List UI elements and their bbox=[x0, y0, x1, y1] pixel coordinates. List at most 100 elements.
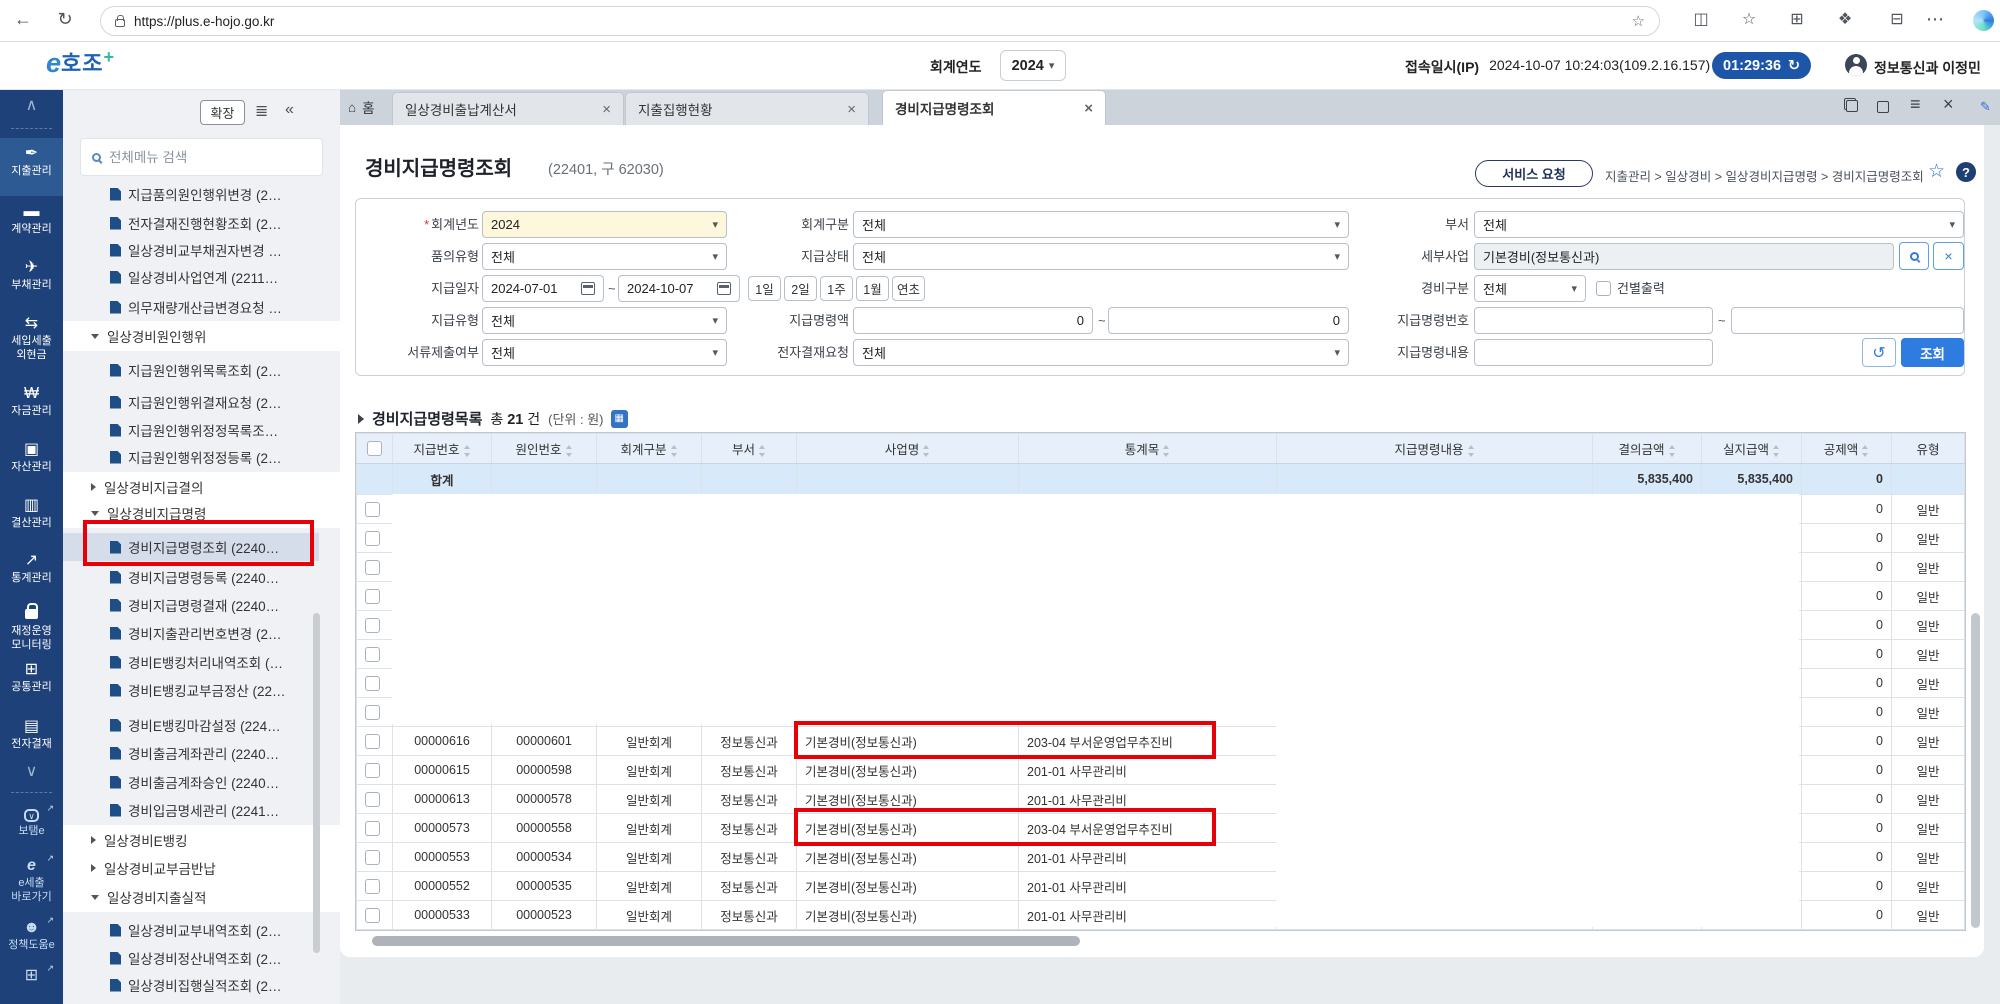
duplicate-window-icon[interactable] bbox=[1844, 98, 1858, 117]
sort-icon[interactable] bbox=[1773, 444, 1780, 457]
bookmark-star-icon[interactable]: ☆ bbox=[1632, 12, 1645, 30]
tree-item[interactable]: 지급원인행위정정목록조… bbox=[63, 416, 319, 444]
reset-button[interactable]: ↺ bbox=[1862, 338, 1896, 367]
timer-refresh-icon[interactable]: ↻ bbox=[1788, 58, 1800, 74]
sort-icon[interactable] bbox=[1668, 444, 1676, 457]
tab-close-icon[interactable]: × bbox=[847, 101, 856, 118]
tree-item[interactable]: 지급원인행위목록조회 (2… bbox=[63, 356, 319, 384]
row-checkbox[interactable] bbox=[365, 617, 380, 633]
rail-item-monitoring[interactable]: 재정운영 모니터링 bbox=[0, 601, 63, 652]
tab-home[interactable]: ⌂ 홈 bbox=[348, 97, 375, 117]
pay-date-from[interactable]: 2024-07-01 bbox=[482, 275, 604, 302]
menu-search-input[interactable] bbox=[109, 149, 279, 165]
tree-item[interactable]: 의무재량개산급변경요청 … bbox=[63, 293, 319, 321]
menu-list-icon[interactable]: ≣ bbox=[255, 101, 268, 121]
search-button[interactable]: 조회 bbox=[1901, 338, 1964, 367]
rail-item-eapproval[interactable]: ▤ 전자결재 bbox=[0, 717, 63, 751]
edit-pencil-icon[interactable]: ✎ bbox=[1980, 98, 1991, 116]
user-avatar-icon[interactable] bbox=[1845, 54, 1867, 76]
quick-range-year-start[interactable]: 연초 bbox=[892, 276, 925, 301]
rail-link-esechul[interactable]: ↗ e e세출 바로가기 bbox=[0, 853, 63, 904]
tree-item[interactable]: 경비E뱅킹마감설정 (224… bbox=[63, 711, 319, 739]
order-content-input[interactable] bbox=[1474, 339, 1713, 366]
tree-item[interactable]: 지급품의원인행위변경 (2… bbox=[63, 188, 319, 208]
browser-refresh-icon[interactable]: ↻ bbox=[52, 9, 78, 30]
sort-icon[interactable] bbox=[1163, 444, 1170, 457]
rail-item-funds[interactable]: ₩ 자금관리 bbox=[0, 384, 63, 418]
row-checkbox[interactable] bbox=[365, 733, 380, 749]
rail-item-assets[interactable]: ▣ 자산관리 bbox=[0, 440, 63, 474]
browser-menu-icon[interactable]: ⋯ bbox=[1922, 9, 1948, 30]
tree-group[interactable]: 일상경비원인행위 bbox=[63, 321, 340, 351]
quick-range-1day[interactable]: 1일 bbox=[748, 276, 781, 301]
doc-submit-select[interactable]: 전체 ▾ bbox=[482, 339, 727, 366]
quick-range-1week[interactable]: 1주 bbox=[820, 276, 853, 301]
tree-item[interactable]: 경비입금명세관리 (2241… bbox=[63, 796, 319, 824]
rail-item-debt[interactable]: ✈ 부채관리 bbox=[0, 258, 63, 292]
collapse-panel-icon[interactable]: « bbox=[285, 101, 294, 119]
calendar-icon[interactable] bbox=[717, 282, 731, 295]
tab-close-icon[interactable]: × bbox=[1084, 100, 1093, 117]
per-case-print-checkbox[interactable] bbox=[1596, 281, 1611, 296]
row-checkbox[interactable] bbox=[365, 675, 380, 691]
quick-range-2day[interactable]: 2일 bbox=[784, 276, 817, 301]
address-bar[interactable]: https://plus.e-hojo.go.kr ☆ bbox=[100, 6, 1660, 36]
row-checkbox[interactable] bbox=[365, 588, 380, 604]
excel-export-icon[interactable] bbox=[611, 409, 629, 428]
close-all-icon[interactable]: × bbox=[1943, 95, 1954, 113]
tree-item[interactable]: 경비출금계좌관리 (2240… bbox=[63, 739, 319, 767]
sort-icon[interactable] bbox=[463, 444, 471, 457]
fiscal-year-select[interactable]: 2024 ▾ bbox=[482, 211, 727, 238]
pay-date-to[interactable]: 2024-10-07 bbox=[618, 275, 740, 302]
fiscal-year-header-select[interactable]: 2024 ▾ bbox=[1000, 50, 1066, 81]
tab-close-icon[interactable]: × bbox=[602, 101, 611, 118]
tree-item[interactable]: 지급원인행위정정등록 (2… bbox=[63, 443, 319, 471]
tree-item[interactable]: 경비지급명령결재 (2240… bbox=[63, 591, 319, 619]
row-checkbox[interactable] bbox=[365, 530, 380, 546]
row-checkbox[interactable] bbox=[365, 878, 380, 894]
tab-daily-expense-report[interactable]: 일상경비출납계산서 × bbox=[392, 92, 624, 125]
rail-link-botame[interactable]: ↗ ∨ 보탬e bbox=[0, 803, 63, 838]
tab-list-icon[interactable]: ≡ bbox=[1910, 95, 1921, 113]
help-icon[interactable]: ? bbox=[1956, 162, 1976, 182]
rail-item-common[interactable]: ⊞ 공통관리 bbox=[0, 660, 63, 694]
row-checkbox[interactable] bbox=[365, 501, 380, 517]
tree-item[interactable]: 일상경비교부채권자변경 … bbox=[63, 236, 319, 264]
browser-back-icon[interactable]: ← bbox=[10, 9, 36, 30]
maximize-icon[interactable] bbox=[1877, 100, 1889, 118]
tree-scrollbar[interactable] bbox=[313, 613, 320, 953]
rail-link-policy-help[interactable]: ↗ ☻ 정책도움e bbox=[0, 915, 63, 952]
row-checkbox[interactable] bbox=[365, 559, 380, 575]
site-security-icon[interactable] bbox=[115, 15, 125, 27]
sort-icon[interactable] bbox=[1467, 444, 1475, 457]
rail-item-statistics[interactable]: ↗ 통계관리 bbox=[0, 551, 63, 585]
table-vertical-scrollbar[interactable] bbox=[1971, 613, 1980, 928]
calendar-icon[interactable] bbox=[581, 282, 595, 295]
sort-icon[interactable] bbox=[1862, 444, 1869, 457]
expense-div-select[interactable]: 전체 ▾ bbox=[1474, 275, 1586, 302]
row-checkbox[interactable] bbox=[365, 762, 380, 778]
order-amount-from[interactable]: 0 bbox=[853, 307, 1093, 334]
rail-item-expenditure[interactable]: ✒ 지출관리 bbox=[0, 144, 63, 178]
sub-biz-search-button[interactable] bbox=[1899, 242, 1929, 270]
sort-icon[interactable] bbox=[565, 444, 573, 457]
browser-essentials-icon[interactable]: ❖ bbox=[1832, 9, 1858, 29]
tab-expenditure-status[interactable]: 지출집행현황 × bbox=[625, 92, 869, 125]
session-timer[interactable]: 01:29:36 ↻ bbox=[1712, 52, 1812, 79]
tree-item[interactable]: 일상경비집행실적조회 (2… bbox=[63, 971, 319, 999]
row-checkbox[interactable] bbox=[365, 704, 380, 720]
rail-item-settlement[interactable]: ▥ 결산관리 bbox=[0, 496, 63, 530]
tree-item[interactable]: 일상경비교부내역조회 (2… bbox=[63, 916, 319, 944]
collections-icon[interactable]: ⊞ bbox=[1784, 9, 1810, 29]
tree-group[interactable]: 일상경비지출실적 bbox=[63, 882, 340, 912]
tree-item[interactable]: 일상경비정산내역조회 (2… bbox=[63, 944, 319, 972]
edoc-request-select[interactable]: 전체 ▾ bbox=[853, 339, 1349, 366]
tree-item[interactable]: 일상경비사업연계 (2211… bbox=[63, 263, 319, 291]
extensions-icon[interactable]: ⊟ bbox=[1884, 9, 1910, 29]
ehojo-logo[interactable]: e 호조 + bbox=[46, 48, 114, 80]
rail-scroll-down-icon[interactable]: ∨ bbox=[0, 762, 63, 782]
copilot-icon[interactable] bbox=[1973, 10, 1994, 31]
order-no-from[interactable] bbox=[1474, 307, 1713, 334]
tree-item[interactable]: 지급원인행위결재요청 (2… bbox=[63, 388, 319, 416]
request-type-select[interactable]: 전체 ▾ bbox=[482, 243, 727, 270]
